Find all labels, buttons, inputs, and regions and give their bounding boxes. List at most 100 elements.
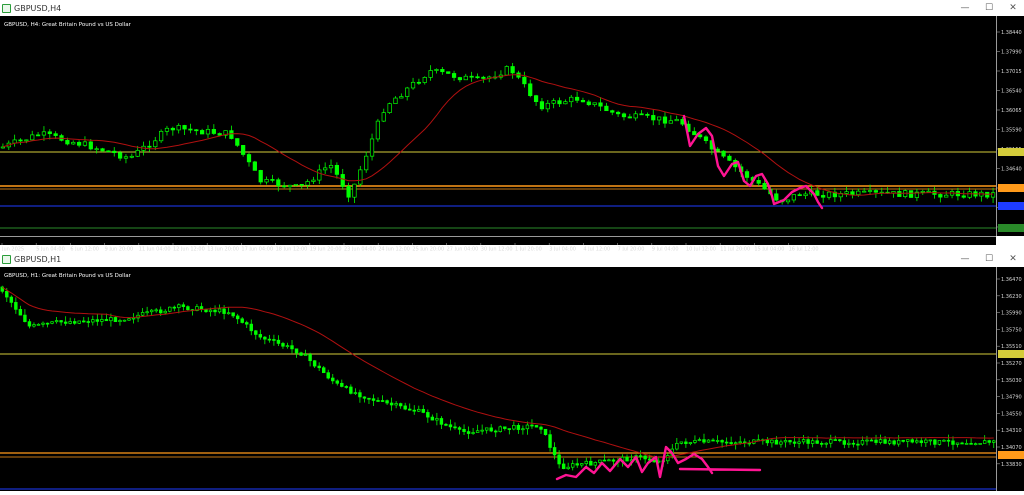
candle[interactable] (394, 401, 398, 409)
candle[interactable] (412, 405, 416, 415)
candle[interactable] (961, 190, 966, 199)
candle[interactable] (510, 62, 515, 79)
candle[interactable] (969, 438, 973, 445)
candle[interactable] (530, 419, 534, 429)
candle[interactable] (821, 190, 826, 203)
candle[interactable] (992, 439, 996, 449)
candle[interactable] (344, 385, 349, 389)
candle[interactable] (621, 112, 627, 121)
candle[interactable] (59, 320, 63, 326)
candle[interactable] (430, 414, 435, 421)
candle[interactable] (770, 439, 774, 448)
close-icon[interactable]: ✕ (1008, 254, 1018, 264)
candle[interactable] (112, 147, 117, 157)
candle[interactable] (36, 323, 41, 326)
candle[interactable] (494, 429, 498, 438)
candle[interactable] (903, 189, 908, 199)
candle[interactable] (942, 439, 946, 442)
candle[interactable] (791, 194, 796, 203)
candle[interactable] (235, 313, 240, 324)
candle[interactable] (908, 190, 914, 198)
candle[interactable] (869, 438, 874, 442)
candle[interactable] (633, 110, 638, 121)
candle[interactable] (270, 174, 275, 183)
candle[interactable] (580, 97, 586, 103)
candle[interactable] (645, 112, 650, 118)
candle[interactable] (77, 320, 81, 325)
candle[interactable] (711, 438, 715, 442)
candle[interactable] (245, 320, 249, 328)
candle[interactable] (241, 144, 246, 157)
candle[interactable] (229, 125, 234, 140)
candle[interactable] (376, 397, 380, 402)
candle[interactable] (937, 440, 942, 446)
candle[interactable] (797, 437, 801, 449)
candle[interactable] (803, 191, 808, 199)
candle[interactable] (586, 99, 591, 107)
candle[interactable] (580, 463, 584, 468)
candle[interactable] (30, 130, 35, 141)
candle[interactable] (287, 184, 293, 193)
candle[interactable] (979, 190, 984, 202)
candle[interactable] (358, 389, 362, 403)
candle[interactable] (321, 366, 326, 374)
candle[interactable] (45, 322, 50, 328)
candle[interactable] (892, 439, 896, 446)
candle[interactable] (896, 435, 901, 447)
candle[interactable] (170, 126, 175, 136)
candle[interactable] (328, 159, 334, 174)
candle[interactable] (211, 124, 216, 135)
candle[interactable] (231, 312, 235, 318)
candle[interactable] (147, 140, 152, 152)
candle[interactable] (205, 125, 211, 139)
candle[interactable] (946, 434, 951, 447)
candle[interactable] (305, 179, 310, 189)
candle[interactable] (878, 434, 883, 445)
minimize-icon[interactable]: — (960, 254, 970, 264)
candle[interactable] (264, 176, 269, 185)
candle[interactable] (824, 442, 828, 448)
candle[interactable] (308, 352, 312, 367)
candle[interactable] (887, 437, 892, 446)
candle[interactable] (35, 131, 41, 137)
candle[interactable] (149, 308, 154, 316)
candle[interactable] (353, 388, 358, 396)
candle[interactable] (469, 71, 474, 82)
candle[interactable] (692, 127, 697, 136)
chart-plot-h4[interactable]: GBPUSD, H4: Great Britain Pound vs US Do… (0, 16, 996, 236)
candle[interactable] (534, 425, 539, 428)
candle[interactable] (95, 314, 100, 326)
candle[interactable] (303, 349, 308, 356)
candle[interactable] (217, 132, 222, 136)
candle[interactable] (252, 160, 257, 171)
candle[interactable] (484, 427, 489, 434)
candle[interactable] (285, 342, 290, 349)
candle[interactable] (815, 435, 819, 444)
hand-drawn-forecast-annotation[interactable] (682, 114, 824, 210)
window-titlebar-h1[interactable]: GBPUSD,H1 — ☐ ✕ (0, 251, 1024, 267)
candle[interactable] (68, 317, 72, 325)
candle[interactable] (367, 397, 371, 405)
candle[interactable] (901, 439, 905, 443)
candle[interactable] (254, 329, 258, 340)
candle[interactable] (955, 187, 961, 201)
maximize-icon[interactable]: ☐ (984, 3, 994, 13)
candle[interactable] (463, 73, 468, 81)
candle[interactable] (891, 191, 896, 198)
candle[interactable] (569, 94, 574, 108)
candle[interactable] (475, 73, 480, 79)
candle[interactable] (697, 437, 702, 442)
candle[interactable] (674, 115, 679, 122)
candle[interactable] (172, 305, 177, 312)
candle[interactable] (545, 99, 550, 113)
candle[interactable] (906, 439, 910, 448)
candle[interactable] (851, 439, 856, 448)
candle[interactable] (638, 450, 643, 461)
candle[interactable] (593, 461, 598, 469)
candle[interactable] (86, 317, 90, 328)
candle[interactable] (964, 439, 969, 445)
candle[interactable] (548, 430, 552, 452)
candle[interactable] (317, 362, 321, 371)
candle[interactable] (847, 439, 851, 448)
candle[interactable] (123, 154, 129, 164)
